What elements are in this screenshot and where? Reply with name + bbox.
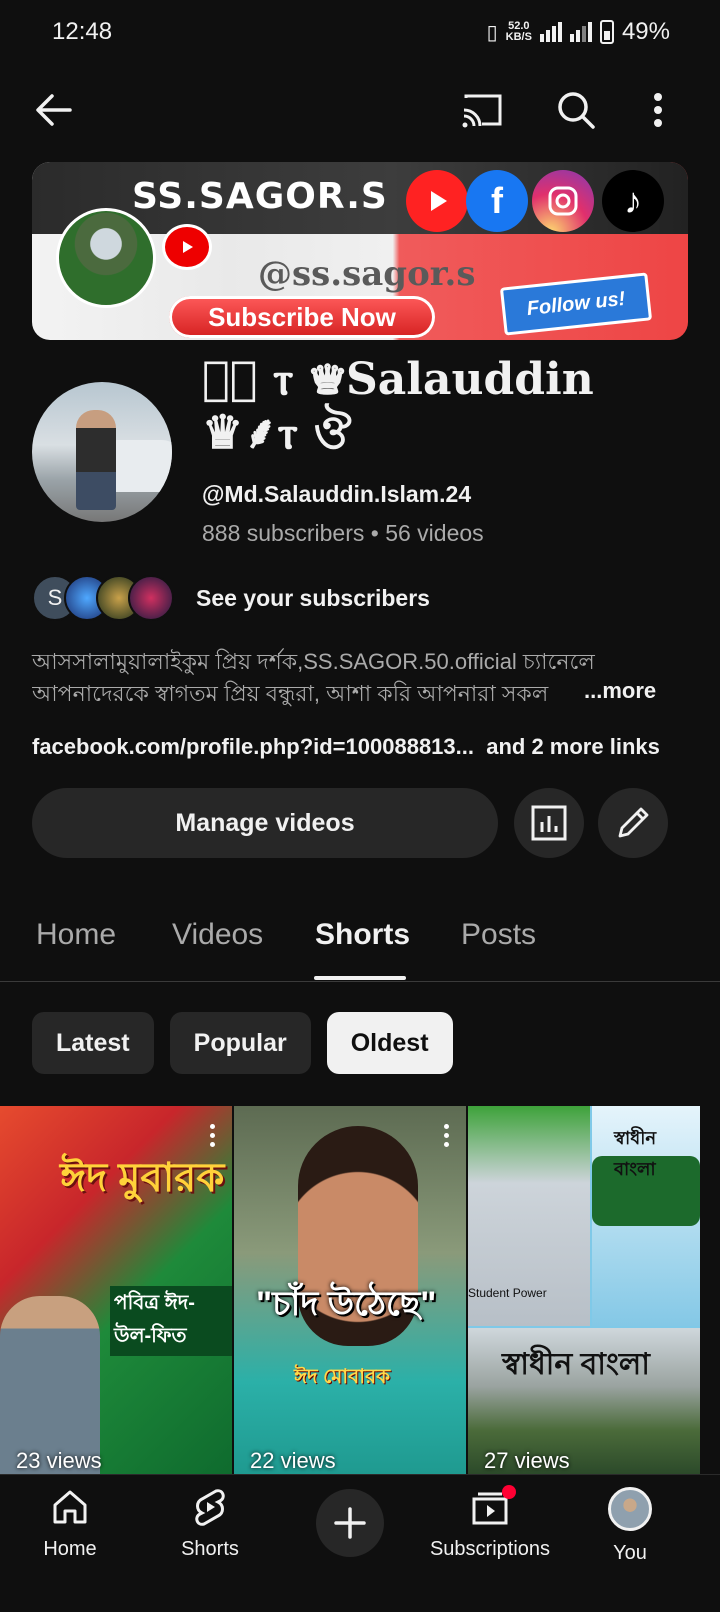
tab-videos[interactable]: Videos	[172, 918, 263, 952]
short-views: 27 views	[484, 1448, 570, 1473]
short-1-subtitle: পবিত্র ঈদ-উল-ফিত	[110, 1286, 232, 1356]
status-bar: 12:48 ▯ 52.0 KB/S 49%	[0, 0, 720, 66]
see-subscribers-label: See your subscribers	[196, 584, 430, 611]
short-views: 22 views	[250, 1448, 336, 1473]
manage-videos-button[interactable]: Manage videos	[32, 788, 498, 858]
search-button[interactable]	[548, 82, 604, 138]
nav-home-label: Home	[43, 1538, 97, 1560]
description-line-2: আপনাদেরকে স্বাগতম প্রিয় বন্ধুরা, আশা কর…	[32, 681, 549, 706]
banner-title: SS.SAGOR.S	[132, 176, 388, 217]
shorts-grid: ঈদ মুবারক পবিত্র ঈদ-উল-ফিত 23 views "চাঁ…	[0, 1106, 720, 1474]
net-speed: 52.0 KB/S	[506, 21, 532, 43]
profile-avatar-icon	[608, 1487, 652, 1531]
channel-banner: SS.SAGOR.S f ♪ @ss.sagor.s Subscribe Now…	[32, 162, 688, 340]
nav-shorts[interactable]: Shorts	[140, 1487, 280, 1561]
chip-popular[interactable]: Popular	[169, 1012, 311, 1074]
channel-description[interactable]: আসসালামুয়ালাইকুম প্রিয় দর্শক,SS.SAGOR.…	[32, 646, 672, 710]
battery-icon	[599, 20, 614, 44]
description-more-link[interactable]: ...more	[584, 678, 656, 704]
signal-icon-2	[569, 22, 592, 42]
short-2-subtitle: ঈদ মোবারক	[294, 1366, 391, 1388]
channel-name-deco-right: ♛⸙ⲧ ঔ	[202, 405, 352, 459]
short-thumbnail[interactable]: স্বাধীন বাংলা Student Power স্বাধীন বাংল…	[468, 1106, 700, 1474]
channel-handle: @Md.Salauddin.Islam.24	[202, 481, 472, 507]
pencil-icon	[618, 807, 649, 838]
tab-posts[interactable]: Posts	[461, 918, 536, 952]
short-thumbnail[interactable]: "চাঁদ উঠেছে" ঈদ মোবারক 22 views	[234, 1106, 466, 1474]
short-3-banner-text: স্বাধীন বাংলা	[502, 1348, 650, 1381]
short-thumbnail[interactable]: ঈদ মুবারক পবিত্র ঈদ-উল-ফিত 23 views	[0, 1106, 232, 1474]
status-time: 12:48	[52, 18, 113, 45]
banner-subscribe-graphic: Subscribe Now	[169, 296, 435, 338]
banner-handle: @ss.sagor.s	[258, 254, 476, 294]
short-3-title: স্বাধীন বাংলা	[614, 1128, 657, 1179]
nav-subscriptions[interactable]: Subscriptions	[420, 1485, 560, 1561]
tab-shorts[interactable]: Shorts	[315, 918, 410, 952]
more-options-button[interactable]	[630, 82, 686, 138]
active-tab-indicator	[314, 976, 406, 980]
youtube-small-icon	[162, 224, 212, 270]
battery-percent: 49%	[621, 18, 670, 45]
analytics-button[interactable]	[514, 788, 584, 858]
banner-follow-graphic: Follow us!	[499, 272, 653, 336]
channel-links[interactable]: facebook.com/profile.php?id=100088813...…	[32, 734, 660, 760]
search-icon	[558, 92, 595, 129]
shorts-icon	[195, 1489, 225, 1526]
short-menu-button[interactable]	[444, 1124, 450, 1151]
vibrate-icon: ▯	[486, 21, 498, 44]
nav-you[interactable]: You	[560, 1487, 700, 1565]
nav-home[interactable]: Home	[0, 1487, 140, 1561]
channel-avatar[interactable]	[32, 382, 172, 522]
notification-dot	[502, 1485, 516, 1499]
create-button[interactable]	[316, 1489, 384, 1557]
short-views: 23 views	[16, 1448, 102, 1473]
back-button[interactable]	[26, 82, 82, 138]
cast-icon	[462, 94, 502, 128]
cast-button[interactable]	[454, 82, 510, 138]
plus-icon	[334, 1507, 366, 1539]
nav-subscriptions-label: Subscriptions	[429, 1538, 551, 1560]
short-2-title: "চাঁদ উঠেছে"	[256, 1285, 437, 1323]
subscriber-initial: S	[47, 585, 63, 610]
facebook-logo-icon: f	[466, 170, 528, 232]
channel-name: ঔ৾ ⲧ ♛Salauddin ♛⸙ⲧ ঔ	[202, 352, 702, 460]
description-line-1: আসসালামুয়ালাইকুম প্রিয় দর্শক,SS.SAGOR.…	[32, 649, 595, 674]
bottom-navigation: Home Shorts Subscriptions You	[0, 1474, 720, 1612]
more-links[interactable]: and 2 more links	[486, 734, 660, 759]
signal-icon	[539, 22, 562, 42]
analytics-icon	[531, 805, 567, 841]
net-speed-unit: KB/S	[505, 31, 532, 43]
more-vertical-icon	[654, 93, 662, 127]
channel-name-deco-left: ঔ৾ ⲧ ♛	[202, 351, 346, 405]
avatar-person-shape	[76, 410, 116, 510]
youtube-logo-icon	[406, 170, 468, 232]
tab-home[interactable]: Home	[36, 918, 116, 952]
subscriber-avatar	[128, 575, 174, 621]
chip-oldest[interactable]: Oldest	[326, 1012, 453, 1074]
top-app-bar	[0, 66, 720, 158]
short-3-caption: Student Power	[468, 1286, 547, 1300]
primary-link[interactable]: facebook.com/profile.php?id=100088813...	[32, 734, 474, 759]
chip-latest[interactable]: Latest	[32, 1012, 154, 1074]
channel-stats[interactable]: 888 subscribers • 56 videos	[202, 520, 484, 547]
nav-shorts-label: Shorts	[181, 1538, 239, 1560]
banner-avatar	[56, 208, 156, 308]
back-arrow-icon	[36, 94, 72, 126]
instagram-logo-icon	[532, 170, 594, 232]
status-indicators: ▯ 52.0 KB/S 49%	[487, 18, 670, 46]
home-icon	[53, 1490, 87, 1524]
see-subscribers-row[interactable]: S See your subscribers	[32, 574, 430, 622]
sort-chips: Latest Popular Oldest	[32, 1012, 453, 1074]
nav-you-label: You	[613, 1542, 647, 1564]
short-1-title: ঈদ মুবারক	[60, 1156, 225, 1200]
tiktok-logo-icon: ♪	[602, 170, 664, 232]
channel-tabs: Home Videos Shorts Posts	[0, 900, 720, 982]
channel-name-text: Salauddin	[345, 354, 594, 405]
edit-channel-button[interactable]	[598, 788, 668, 858]
short-menu-button[interactable]	[210, 1124, 216, 1151]
